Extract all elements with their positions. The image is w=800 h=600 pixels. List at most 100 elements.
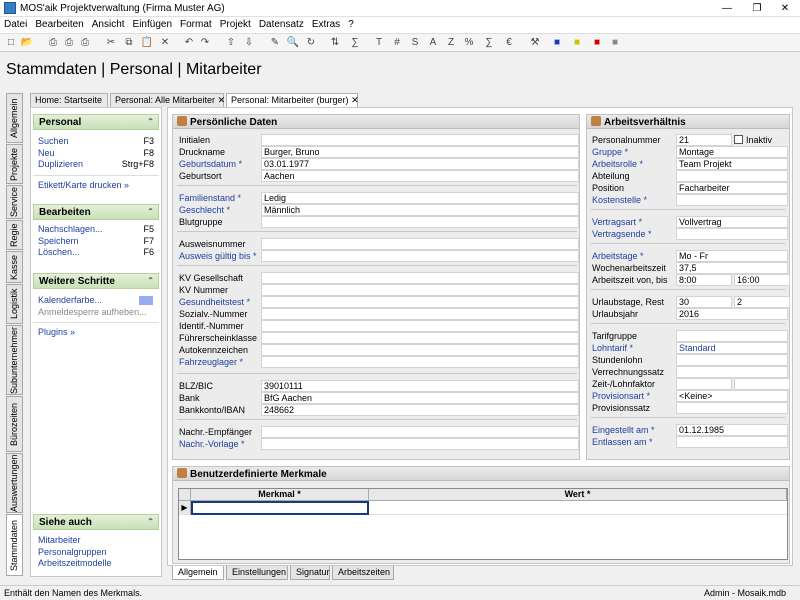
merkmal-cell-input[interactable]	[191, 501, 369, 515]
user-red-icon[interactable]: ■	[590, 36, 604, 50]
link-suchen[interactable]: Suchen F3	[33, 136, 159, 148]
field-input[interactable]	[261, 426, 579, 438]
maximize-button[interactable]: ❐	[742, 0, 772, 17]
link-arbeitszeitmodelle[interactable]: Arbeitszeitmodelle	[33, 558, 159, 570]
menu-ansicht[interactable]: Ansicht	[88, 17, 129, 33]
field-input[interactable]	[261, 356, 579, 368]
edit-icon[interactable]: ✎	[268, 36, 282, 50]
field-input[interactable]: Vollvertrag	[676, 216, 788, 228]
menu-format[interactable]: Format	[176, 17, 216, 33]
checkbox-icon[interactable]	[734, 135, 743, 144]
vtab-regie[interactable]: Regie	[6, 220, 23, 250]
vtab-auswertungen[interactable]: Auswertungen	[6, 453, 23, 513]
euro-format-icon[interactable]: €	[502, 36, 516, 50]
field-input[interactable]: 03.01.1977	[261, 158, 579, 170]
chevron-up-icon[interactable]: ⌃	[147, 117, 154, 126]
menu-datei[interactable]: Datei	[0, 17, 31, 33]
field-input[interactable]: 8:00	[676, 274, 732, 286]
field-input[interactable]	[261, 332, 579, 344]
field-input[interactable]	[261, 238, 579, 250]
field-input[interactable]	[676, 354, 788, 366]
field-input[interactable]: Facharbeiter	[676, 182, 788, 194]
menu-projekt[interactable]: Projekt	[216, 17, 255, 33]
inaktiv-checkbox[interactable]: Inaktiv	[734, 135, 772, 146]
link-loeschen[interactable]: Löschen... F6	[33, 247, 159, 259]
field-input[interactable]: Team Projekt	[676, 158, 788, 170]
btab-allgemein[interactable]: Allgemein	[172, 566, 224, 580]
field-input[interactable]: 2016	[676, 308, 788, 320]
tools-icon[interactable]: ⚒	[528, 36, 542, 50]
menu-help[interactable]: ?	[344, 17, 358, 33]
field-input[interactable]: 21	[676, 134, 732, 146]
vtab-stammdaten[interactable]: Stammdaten	[6, 514, 23, 576]
vtab-buerozeiten[interactable]: Bürozeiten	[6, 396, 23, 452]
chevron-up-icon[interactable]: ⌃	[147, 207, 154, 216]
field-input[interactable]	[676, 436, 788, 448]
z-format-icon[interactable]: Z	[444, 36, 458, 50]
print-preview-icon[interactable]: ⎙	[62, 36, 76, 50]
link-etikett-drucken[interactable]: Etikett/Karte drucken »	[33, 180, 159, 192]
field-input[interactable]: 30	[676, 296, 732, 308]
menu-bearbeiten[interactable]: Bearbeiten	[31, 17, 87, 33]
field-input[interactable]: Mo - Fr	[676, 250, 788, 262]
field-input[interactable]	[676, 330, 788, 342]
arrow-up-icon[interactable]: ⇧	[224, 36, 238, 50]
decimal-format-icon[interactable]: ∑	[482, 36, 496, 50]
sum-icon[interactable]: ∑	[348, 36, 362, 50]
sort-icon[interactable]: ⇅	[328, 36, 342, 50]
link-personalgruppen[interactable]: Personalgruppen	[33, 547, 159, 559]
user-yellow-icon[interactable]: ■	[570, 36, 584, 50]
link-mitarbeiter[interactable]: Mitarbeiter	[33, 535, 159, 547]
field-input[interactable]: Ledig	[261, 192, 579, 204]
field-input[interactable]	[676, 366, 788, 378]
field-input[interactable]	[261, 250, 579, 262]
field-input[interactable]: 248662	[261, 404, 579, 416]
percent-format-icon[interactable]: %	[462, 36, 476, 50]
group-header[interactable]: Siehe auch ⌃	[33, 514, 159, 530]
field-input[interactable]	[261, 216, 579, 228]
close-icon[interactable]: ✕	[218, 95, 226, 105]
wert-cell[interactable]	[369, 501, 787, 515]
link-duplizieren[interactable]: Duplizieren Strg+F8	[33, 159, 159, 171]
field-input[interactable]	[261, 308, 579, 320]
redo-icon[interactable]: ↷	[198, 36, 212, 50]
field-input[interactable]: 01.12.1985	[676, 424, 788, 436]
field-input[interactable]: Männlich	[261, 204, 579, 216]
field-input[interactable]	[261, 320, 579, 332]
field-input[interactable]	[676, 170, 788, 182]
vtab-kasse[interactable]: Kasse	[6, 251, 23, 283]
field-input[interactable]	[676, 194, 788, 206]
vtab-service[interactable]: Service	[6, 185, 23, 219]
text-format-icon[interactable]: T	[372, 36, 386, 50]
find-icon[interactable]: 🔍	[286, 36, 300, 50]
field-input[interactable]: 39010111	[261, 380, 579, 392]
menu-datensatz[interactable]: Datensatz	[255, 17, 308, 33]
doctab-startseite[interactable]: Home: Startseite	[30, 93, 108, 107]
field-input[interactable]	[676, 402, 788, 414]
field-input[interactable]	[676, 378, 732, 390]
number-format-icon[interactable]: #	[390, 36, 404, 50]
text-format2-icon[interactable]: S	[408, 36, 422, 50]
close-button[interactable]: ✕	[770, 0, 800, 17]
column-wert[interactable]: Wert *	[369, 489, 787, 501]
cut-icon[interactable]: ✂	[104, 36, 118, 50]
delete-icon[interactable]: ✕	[158, 36, 172, 50]
link-plugins[interactable]: Plugins »	[33, 327, 159, 339]
refresh-icon[interactable]: ↻	[304, 36, 318, 50]
doctab-mitarbeiter-burger[interactable]: Personal: Mitarbeiter (burger) ✕	[226, 93, 359, 107]
field-input[interactable]	[676, 228, 788, 240]
btab-arbeitszeiten[interactable]: Arbeitszeiten	[332, 566, 394, 580]
chevron-up-icon[interactable]: ⌃	[147, 517, 154, 526]
field-input[interactable]: Aachen	[261, 170, 579, 182]
vtab-allgemein[interactable]: Allgemein	[6, 93, 23, 143]
copy-icon[interactable]: ⧉	[122, 36, 136, 50]
field-input[interactable]	[261, 344, 579, 356]
vtab-logistik[interactable]: Logistik	[6, 284, 23, 324]
column-merkmal[interactable]: Merkmal *	[191, 489, 369, 501]
btab-signatur[interactable]: Signatur	[290, 566, 330, 580]
field-input[interactable]	[261, 284, 579, 296]
link-kalenderfarbe[interactable]: Kalenderfarbe...	[33, 295, 159, 307]
field-input-2[interactable]: 2	[734, 296, 790, 308]
user-gray-icon[interactable]: ■	[608, 36, 622, 50]
print-setup-icon[interactable]: ⎙	[78, 36, 92, 50]
